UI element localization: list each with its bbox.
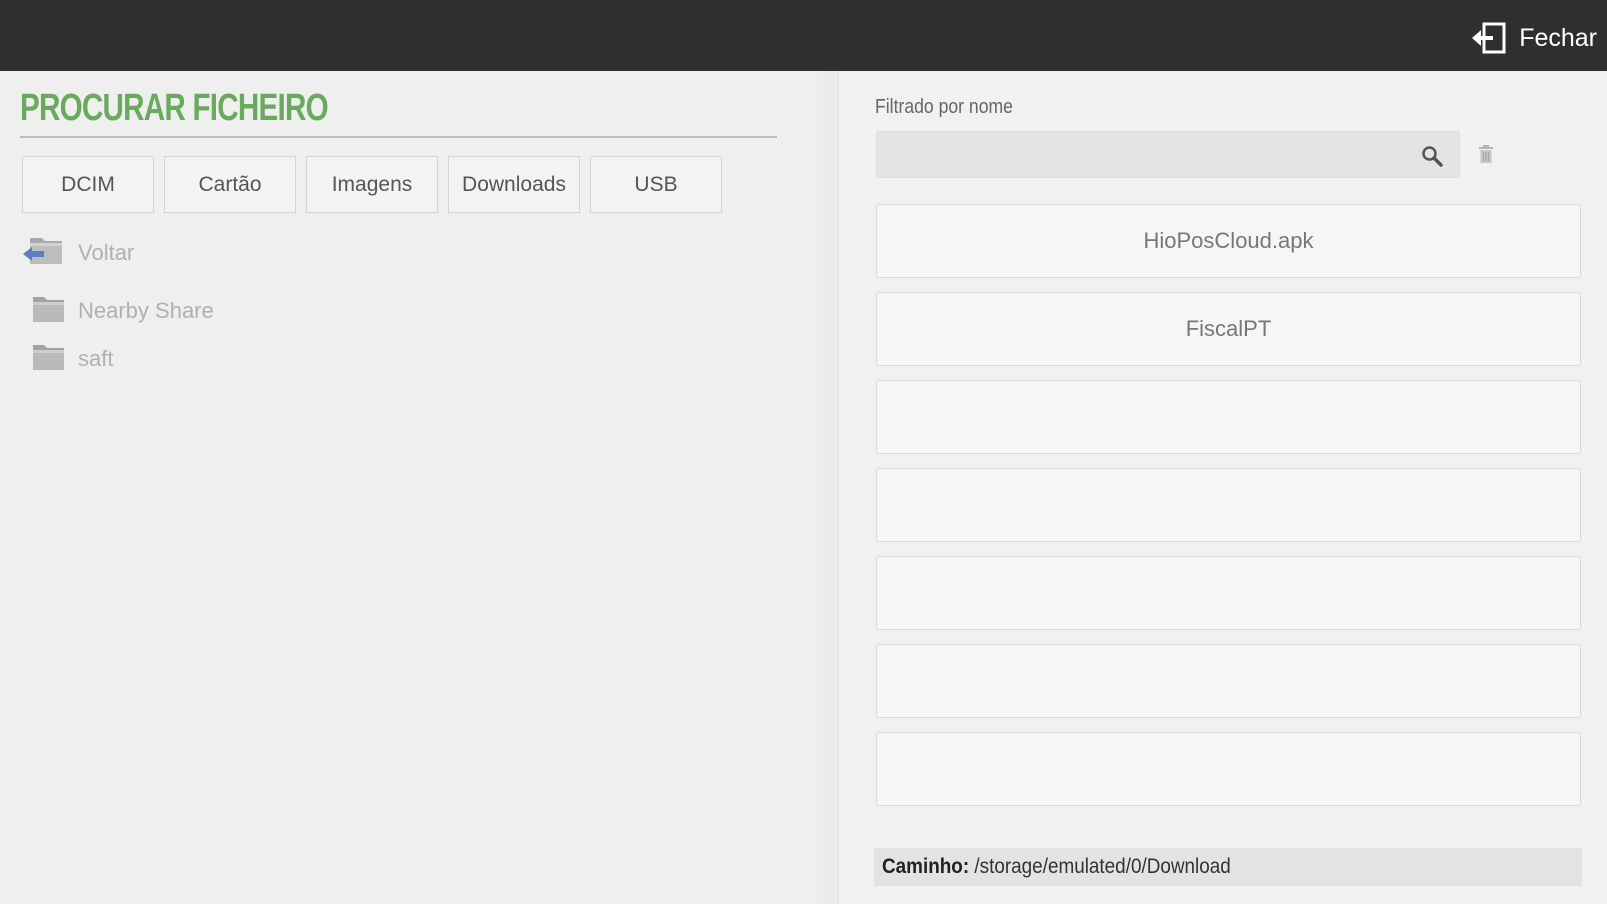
location-button-imagens[interactable]: Imagens [306, 156, 438, 213]
path-bar: Caminho: /storage/emulated/0/Download [874, 848, 1582, 886]
title-divider [20, 136, 777, 138]
file-list: HioPosCloud.apk FiscalPT [876, 204, 1581, 820]
search-box [876, 131, 1460, 178]
file-item[interactable]: FiscalPT [876, 292, 1581, 366]
location-buttons: DCIM Cartão Imagens Downloads USB [22, 156, 722, 213]
location-button-dcim[interactable]: DCIM [22, 156, 154, 213]
close-label: Fechar [1519, 23, 1597, 52]
file-item-empty[interactable] [876, 380, 1581, 454]
browser-pane: PROCURAR FICHEIRO DCIM Cartão Imagens Do… [0, 71, 838, 904]
folder-name: saft [78, 346, 114, 371]
folder-icon [33, 295, 64, 327]
back-label: Voltar [78, 239, 135, 265]
file-item-empty[interactable] [876, 556, 1581, 630]
location-button-downloads[interactable]: Downloads [448, 156, 580, 213]
search-input[interactable] [877, 132, 1459, 177]
path-label: Caminho: [882, 855, 970, 878]
folder-name: Nearby Share [78, 298, 214, 323]
page-title: PROCURAR FICHEIRO [20, 87, 329, 129]
filter-label: Filtrado por nome [875, 96, 1013, 118]
search-icon[interactable] [1421, 145, 1443, 172]
location-button-usb[interactable]: USB [590, 156, 722, 213]
path-value: /storage/emulated/0/Download [974, 855, 1231, 878]
folder-item[interactable]: saft [33, 343, 113, 375]
file-item[interactable]: HioPosCloud.apk [876, 204, 1581, 278]
back-item[interactable]: Voltar [22, 234, 134, 271]
folder-item[interactable]: Nearby Share [33, 295, 214, 327]
close-button[interactable]: Fechar [1471, 18, 1597, 58]
file-item-empty[interactable] [876, 468, 1581, 542]
folder-icon [33, 343, 64, 375]
trash-icon[interactable] [1478, 144, 1494, 169]
file-item-empty[interactable] [876, 644, 1581, 718]
exit-door-icon [1471, 21, 1507, 55]
top-bar: Fechar [0, 0, 1607, 71]
folder-back-icon [22, 234, 64, 271]
file-item-empty[interactable] [876, 732, 1581, 806]
location-button-cartao[interactable]: Cartão [164, 156, 296, 213]
